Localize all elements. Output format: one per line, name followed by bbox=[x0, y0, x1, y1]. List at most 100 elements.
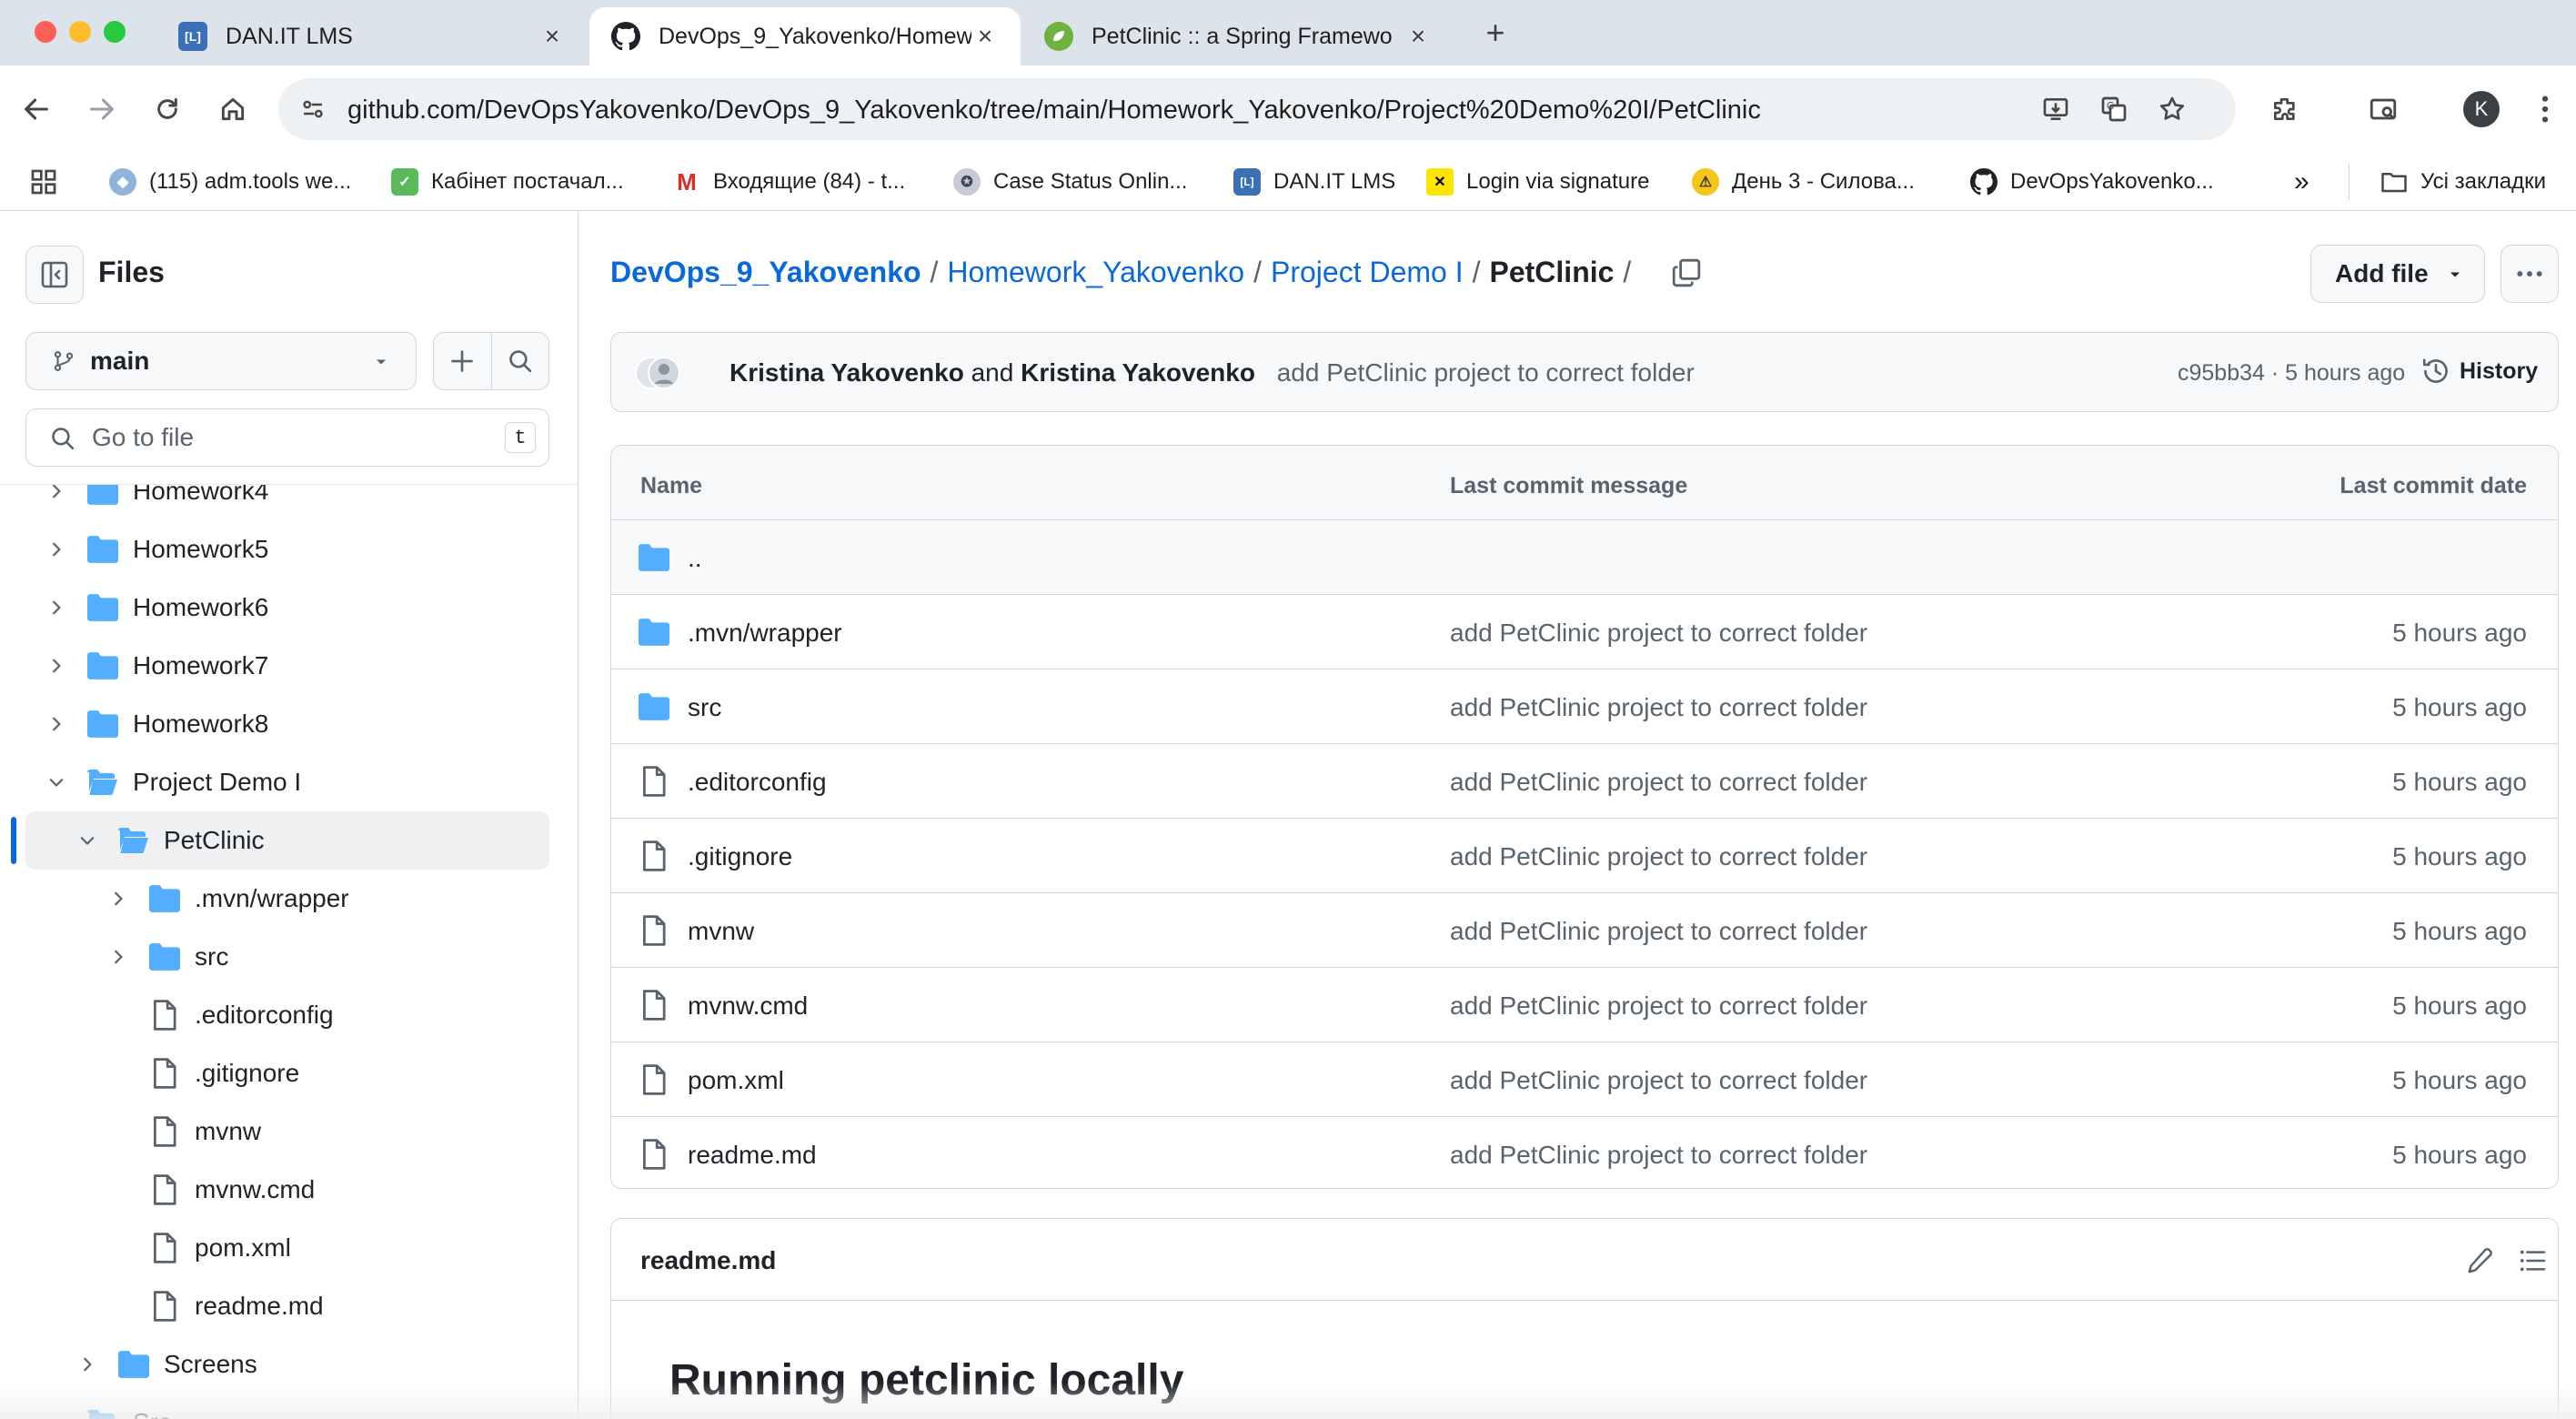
tab-search-icon[interactable] bbox=[2360, 86, 2407, 133]
copy-path-icon[interactable] bbox=[1671, 257, 1702, 288]
go-to-file-input[interactable]: Go to file t bbox=[25, 408, 549, 467]
commit-sha-time[interactable]: c95bb34 · 5 hours ago bbox=[2178, 360, 2405, 387]
file-name-link[interactable]: .mvn/wrapper bbox=[688, 619, 842, 648]
parent-directory-link[interactable]: .. bbox=[688, 544, 702, 573]
add-file-button[interactable]: Add file bbox=[2310, 245, 2485, 303]
bookmark-day3[interactable]: ⚠ День 3 - Силова... bbox=[1692, 164, 1915, 200]
breadcrumb-repo-link[interactable]: DevOps_9_Yakovenko bbox=[610, 256, 921, 289]
table-row[interactable]: src add PetClinic project to correct fold… bbox=[611, 669, 2558, 744]
chevron-right-icon[interactable] bbox=[106, 944, 131, 970]
bookmarks-overflow-icon[interactable]: » bbox=[2294, 164, 2309, 200]
profile-avatar[interactable]: K bbox=[2463, 91, 2500, 127]
chevron-down-icon[interactable] bbox=[44, 770, 69, 795]
tree-item[interactable]: Homework7 bbox=[0, 637, 578, 695]
tree-item[interactable]: Project Demo I bbox=[0, 753, 578, 811]
forward-icon[interactable] bbox=[78, 86, 126, 133]
apps-grid-icon[interactable] bbox=[29, 164, 58, 200]
search-icon[interactable] bbox=[492, 333, 549, 389]
chevron-right-icon[interactable] bbox=[44, 595, 69, 620]
commit-message-link[interactable]: add PetClinic project to correct folder bbox=[1450, 1066, 1867, 1095]
parent-directory-row[interactable]: .. bbox=[611, 520, 2558, 595]
chevron-down-icon[interactable] bbox=[75, 828, 100, 853]
file-name-link[interactable]: pom.xml bbox=[688, 1066, 784, 1095]
close-window-button[interactable] bbox=[35, 21, 56, 43]
close-tab-icon[interactable]: × bbox=[1404, 22, 1432, 51]
tree-item[interactable]: mvnw.cmd bbox=[0, 1161, 578, 1219]
bookmark-cabinet[interactable]: ✓ Кабінет постачал... bbox=[391, 164, 624, 200]
all-bookmarks-button[interactable]: Усі закладки bbox=[2349, 164, 2546, 200]
edit-pencil-icon[interactable] bbox=[2461, 1243, 2498, 1279]
breadcrumb-project-link[interactable]: Project Demo I bbox=[1271, 256, 1464, 289]
back-icon[interactable] bbox=[13, 86, 60, 133]
commit-message-link[interactable]: add PetClinic project to correct folder bbox=[1450, 991, 1867, 1021]
file-name-link[interactable]: readme.md bbox=[688, 1141, 817, 1170]
browser-tab-dan-it[interactable]: [L] DAN.IT LMS × bbox=[156, 7, 588, 65]
commit-message-link[interactable]: add PetClinic project to correct folder bbox=[1450, 693, 1867, 722]
commit-message-link[interactable]: add PetClinic project to correct folder bbox=[1450, 1141, 1867, 1170]
history-button[interactable]: History bbox=[2421, 357, 2538, 386]
tree-item[interactable]: Homework8 bbox=[0, 695, 578, 753]
table-row[interactable]: mvnw add PetClinic project to correct fol… bbox=[611, 893, 2558, 968]
chevron-right-icon[interactable] bbox=[75, 1352, 100, 1377]
tree-item[interactable]: .editorconfig bbox=[0, 986, 578, 1044]
commit-message-link[interactable]: add PetClinic project to correct folder bbox=[1450, 842, 1867, 871]
add-file-plus-icon[interactable] bbox=[434, 333, 492, 389]
install-app-icon[interactable] bbox=[2039, 93, 2072, 126]
browser-tab-github[interactable]: DevOps_9_Yakovenko/Homew × bbox=[589, 7, 1021, 65]
bookmark-star-icon[interactable] bbox=[2156, 93, 2189, 126]
bookmark-github[interactable]: DevOpsYakovenko... bbox=[1970, 164, 2214, 200]
tree-item[interactable]: readme.md bbox=[0, 1277, 578, 1335]
tree-item[interactable]: src bbox=[0, 928, 578, 986]
reload-icon[interactable] bbox=[144, 86, 191, 133]
commit-author-link[interactable]: Kristina Yakovenko bbox=[730, 358, 964, 387]
chevron-right-icon[interactable] bbox=[44, 653, 69, 679]
bookmark-adm-tools[interactable]: ◆ (115) adm.tools we... bbox=[109, 164, 351, 200]
commit-message-link[interactable]: add PetClinic project to correct folder bbox=[1450, 619, 1867, 648]
file-name-link[interactable]: .editorconfig bbox=[688, 768, 827, 797]
tree-item[interactable]: .mvn/wrapper bbox=[0, 870, 578, 928]
table-row[interactable]: pom.xml add PetClinic project to correct … bbox=[611, 1042, 2558, 1117]
site-info-icon[interactable] bbox=[297, 93, 329, 126]
browser-tab-petclinic[interactable]: PetClinic :: a Spring Framewo × bbox=[1022, 7, 1454, 65]
tree-item[interactable]: pom.xml bbox=[0, 1219, 578, 1277]
tree-item[interactable]: Screens bbox=[0, 1335, 578, 1394]
new-tab-button[interactable]: + bbox=[1475, 13, 1515, 53]
commit-message-link[interactable]: add PetClinic project to correct folder bbox=[1277, 358, 1695, 387]
table-row[interactable]: mvnw.cmd add PetClinic project to correct… bbox=[611, 968, 2558, 1042]
translate-icon[interactable]: G bbox=[2098, 93, 2130, 126]
file-name-link[interactable]: mvnw bbox=[688, 917, 754, 946]
bookmark-gmail[interactable]: M Входящие (84) - t... bbox=[673, 164, 905, 200]
table-row[interactable]: .gitignore add PetClinic project to corre… bbox=[611, 819, 2558, 893]
chevron-right-icon[interactable] bbox=[44, 711, 69, 737]
table-row[interactable]: .editorconfig add PetClinic project to co… bbox=[611, 744, 2558, 819]
tree-item[interactable]: Homework5 bbox=[0, 520, 578, 579]
chevron-right-icon[interactable] bbox=[106, 886, 131, 911]
branch-selector[interactable]: main bbox=[25, 332, 417, 390]
file-name-link[interactable]: .gitignore bbox=[688, 842, 792, 871]
extensions-icon[interactable] bbox=[2261, 86, 2309, 133]
tree-item[interactable]: Homework6 bbox=[0, 579, 578, 637]
fullscreen-window-button[interactable] bbox=[104, 21, 126, 43]
commit-message-link[interactable]: add PetClinic project to correct folder bbox=[1450, 768, 1867, 797]
tree-item[interactable]: Src bbox=[0, 1394, 578, 1419]
breadcrumb-homework-link[interactable]: Homework_Yakovenko bbox=[947, 256, 1244, 289]
bookmark-login-signature[interactable]: ✕ Login via signature bbox=[1426, 164, 1649, 200]
more-options-icon[interactable] bbox=[2501, 245, 2559, 303]
minimize-window-button[interactable] bbox=[69, 21, 91, 43]
bookmark-dan-it[interactable]: [L] DAN.IT LMS bbox=[1233, 164, 1395, 200]
close-tab-icon[interactable]: × bbox=[538, 22, 566, 51]
table-row[interactable]: readme.md add PetClinic project to correc… bbox=[611, 1117, 2558, 1188]
table-row[interactable]: .mvn/wrapper add PetClinic project to cor… bbox=[611, 595, 2558, 669]
close-tab-icon[interactable]: × bbox=[971, 22, 999, 51]
file-name-link[interactable]: mvnw.cmd bbox=[688, 991, 808, 1021]
tree-item[interactable]: PetClinic bbox=[11, 811, 549, 870]
author-avatars-icon[interactable] bbox=[633, 355, 682, 391]
commit-author-link[interactable]: Kristina Yakovenko bbox=[1021, 358, 1255, 387]
home-icon[interactable] bbox=[209, 86, 257, 133]
outline-list-icon[interactable] bbox=[2514, 1243, 2551, 1279]
chevron-right-icon[interactable] bbox=[44, 537, 69, 562]
commit-message-link[interactable]: add PetClinic project to correct folder bbox=[1450, 917, 1867, 946]
tree-item[interactable]: .gitignore bbox=[0, 1044, 578, 1102]
tree-item[interactable]: mvnw bbox=[0, 1102, 578, 1161]
collapse-sidebar-icon[interactable] bbox=[25, 246, 84, 304]
